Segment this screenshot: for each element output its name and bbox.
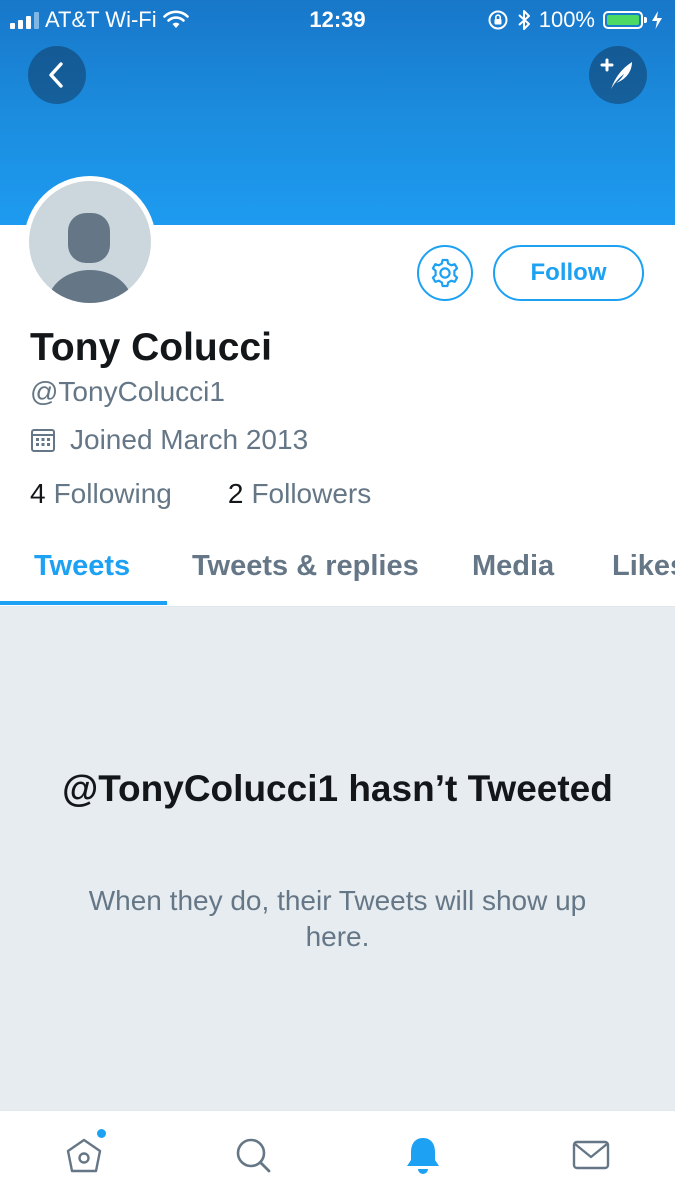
new-content-dot	[97, 1129, 106, 1138]
empty-state-title: @TonyColucci1 hasn’t Tweeted	[62, 768, 613, 809]
search-icon	[236, 1138, 271, 1173]
compose-tweet-button[interactable]	[589, 46, 647, 104]
followers-count: 2	[227, 478, 244, 509]
profile-settings-button[interactable]	[417, 245, 473, 301]
avatar[interactable]	[24, 176, 156, 308]
following-label: Following	[53, 478, 172, 509]
default-user-icon	[48, 213, 132, 303]
nav-home[interactable]	[62, 1129, 106, 1177]
joined-label: Joined March 2013	[70, 424, 309, 455]
calendar-icon	[31, 429, 55, 452]
empty-timeline: @TonyColucci1 hasn’t Tweeted When they d…	[0, 607, 675, 1110]
profile-tabs: Tweets Tweets & replies Media Likes	[0, 540, 675, 607]
follow-counts: 4 Following 2 Followers	[30, 478, 371, 510]
following-count: 4	[30, 478, 46, 509]
followers-label: Followers	[251, 478, 372, 509]
bluetooth-icon	[518, 10, 530, 30]
gear-icon	[431, 258, 459, 288]
tab-likes[interactable]: Likes	[612, 550, 675, 583]
charging-bolt-icon	[652, 11, 662, 29]
chevron-left-icon	[49, 62, 63, 88]
battery-icon	[603, 11, 647, 29]
nav-notifications[interactable]	[401, 1133, 445, 1177]
profile-handle: @TonyColucci1	[30, 376, 225, 407]
home-icon	[66, 1138, 102, 1173]
active-tab-indicator	[0, 601, 167, 605]
status-bar: AT&T Wi-Fi 12:39 100%	[0, 0, 675, 40]
follow-button[interactable]: Follow	[493, 245, 644, 301]
nav-messages[interactable]	[569, 1133, 613, 1177]
following-link[interactable]: 4 Following	[30, 478, 172, 510]
tab-tweets[interactable]: Tweets	[34, 550, 130, 583]
messages-envelope-icon	[572, 1140, 610, 1170]
followers-link[interactable]: 2 Followers	[228, 478, 371, 510]
battery-percent: 100%	[538, 7, 595, 32]
notifications-bell-icon	[407, 1138, 439, 1174]
back-button[interactable]	[28, 46, 86, 104]
compose-tweet-icon	[600, 58, 632, 89]
joined-date: Joined March 2013	[30, 424, 308, 456]
profile-name: Tony Colucci	[30, 326, 272, 369]
bottom-tab-bar	[0, 1110, 675, 1201]
orientation-lock-icon	[488, 10, 508, 30]
empty-state-subtitle: When they do, their Tweets will show up …	[88, 885, 587, 953]
tab-tweets-and-replies[interactable]: Tweets & replies	[192, 550, 419, 583]
nav-search[interactable]	[231, 1133, 275, 1177]
tab-media[interactable]: Media	[472, 550, 554, 583]
